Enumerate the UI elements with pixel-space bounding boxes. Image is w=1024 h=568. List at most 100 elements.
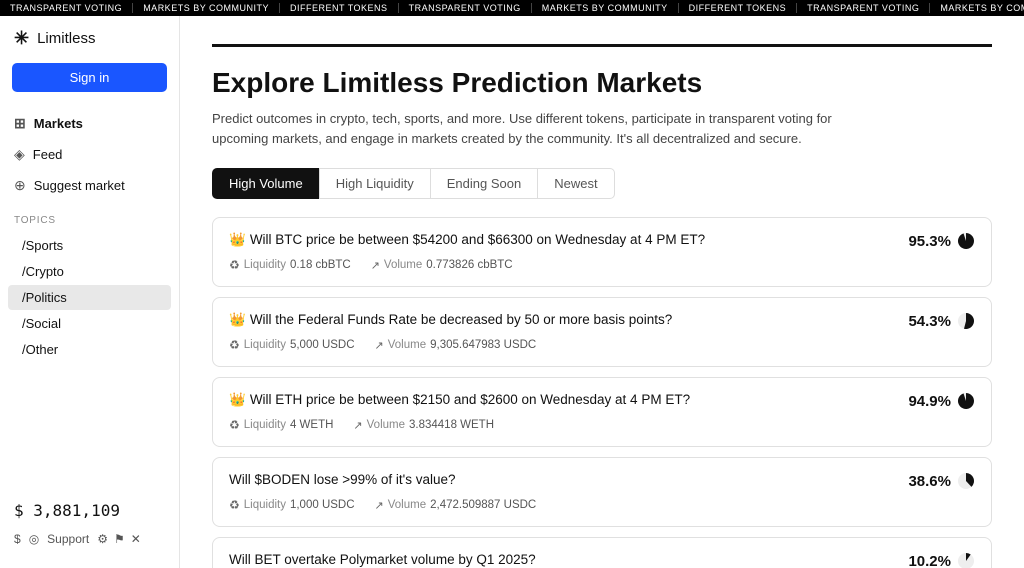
page-subtitle: Predict outcomes in crypto, tech, sports… <box>212 109 832 148</box>
topic-item-sports[interactable]: /Sports <box>8 233 171 258</box>
volume-stat: ↗ Volume 0.773826 cbBTC <box>371 259 513 272</box>
card-question: Will $BODEN lose >99% of it's value? <box>229 472 908 487</box>
close-icon[interactable]: ✕ <box>131 532 141 546</box>
logo: ✳ Limitless <box>0 28 179 63</box>
volume-label: Volume <box>367 419 405 431</box>
sidebar-nav-item-markets[interactable]: ⊞ Markets <box>0 108 179 139</box>
liquidity-value: 0.18 cbBTC <box>290 259 351 271</box>
volume-display: $ 3,881,109 <box>14 501 165 520</box>
pie-chart <box>957 472 975 490</box>
ticker-item: TRANSPARENT VOTING <box>797 3 930 13</box>
support-bar: $ ◎ Support ⚙ ⚑ ✕ <box>14 532 165 546</box>
liquidity-icon: ♻ <box>229 258 240 272</box>
tab-bar: High VolumeHigh LiquidityEnding SoonNewe… <box>212 168 992 199</box>
market-emoji: 👑 <box>229 232 246 247</box>
percent-value: 95.3% <box>908 233 951 250</box>
tab-high-volume[interactable]: High Volume <box>212 168 319 199</box>
dollar-icon: $ <box>14 532 21 546</box>
ticker-bar: TRANSPARENT VOTINGMARKETS BY COMMUNITYDI… <box>0 0 1024 16</box>
topic-item-other[interactable]: /Other <box>8 337 171 362</box>
percent-value: 38.6% <box>908 473 951 490</box>
volume-icon: ↗ <box>375 339 384 352</box>
topic-item-crypto[interactable]: /Crypto <box>8 259 171 284</box>
liquidity-stat: ♻ Liquidity 1,000 USDC <box>229 498 355 512</box>
card-question: Will BET overtake Polymarket volume by Q… <box>229 552 908 567</box>
volume-value: 9,305.647983 USDC <box>430 339 536 351</box>
volume-value: 2,472.509887 USDC <box>430 499 536 511</box>
liquidity-label: Liquidity <box>244 339 286 351</box>
ticker-item: TRANSPARENT VOTING <box>0 3 133 13</box>
card-header: 👑Will ETH price be between $2150 and $26… <box>229 392 975 410</box>
support-icon: ◎ <box>29 532 39 546</box>
ticker-inner: TRANSPARENT VOTINGMARKETS BY COMMUNITYDI… <box>0 3 1024 13</box>
volume-value: 3.834418 WETH <box>409 419 494 431</box>
liquidity-icon: ♻ <box>229 338 240 352</box>
market-list: 👑Will BTC price be between $54200 and $6… <box>212 217 992 568</box>
sidebar-nav-item-suggest-market[interactable]: ⊕ Suggest market <box>0 170 179 201</box>
sidebar-footer: $ 3,881,109 $ ◎ Support ⚙ ⚑ ✕ <box>0 491 179 556</box>
tab-ending-soon[interactable]: Ending Soon <box>430 168 537 199</box>
tab-high-liquidity[interactable]: High Liquidity <box>319 168 430 199</box>
ticker-item: MARKETS BY COMMUNITY <box>133 3 280 13</box>
support-icons: ⚙ ⚑ ✕ <box>97 532 141 546</box>
market-card[interactable]: 👑Will BTC price be between $54200 and $6… <box>212 217 992 287</box>
sign-in-button[interactable]: Sign in <box>12 63 167 92</box>
github-icon[interactable]: ⚑ <box>114 532 125 546</box>
ticker-item: MARKETS BY COMMUNITY <box>532 3 679 13</box>
main-layout: ✳ Limitless Sign in ⊞ Markets◈ Feed⊕ Sug… <box>0 16 1024 568</box>
market-card[interactable]: Will BET overtake Polymarket volume by Q… <box>212 537 992 568</box>
volume-icon: ↗ <box>375 499 384 512</box>
card-stats: ♻ Liquidity 4 WETH ↗ Volume 3.834418 WET… <box>229 418 975 432</box>
liquidity-icon: ♻ <box>229 418 240 432</box>
liquidity-value: 5,000 USDC <box>290 339 355 351</box>
topics-label: TOPICS <box>0 201 179 232</box>
market-card[interactable]: 👑Will the Federal Funds Rate be decrease… <box>212 297 992 367</box>
sidebar-nav: ⊞ Markets◈ Feed⊕ Suggest market <box>0 108 179 201</box>
liquidity-value: 1,000 USDC <box>290 499 355 511</box>
card-stats: ♻ Liquidity 5,000 USDC ↗ Volume 9,305.64… <box>229 338 975 352</box>
pie-chart <box>957 232 975 250</box>
topics-list: /Sports/Crypto/Politics/Social/Other <box>0 232 179 363</box>
liquidity-stat: ♻ Liquidity 0.18 cbBTC <box>229 258 351 272</box>
card-stats: ♻ Liquidity 0.18 cbBTC ↗ Volume 0.773826… <box>229 258 975 272</box>
card-percent: 95.3% <box>908 232 975 250</box>
volume-label: Volume <box>388 339 426 351</box>
topic-item-social[interactable]: /Social <box>8 311 171 336</box>
main-content: Explore Limitless Prediction Markets Pre… <box>180 16 1024 568</box>
tab-newest[interactable]: Newest <box>537 168 614 199</box>
market-card[interactable]: 👑Will ETH price be between $2150 and $26… <box>212 377 992 447</box>
card-percent: 94.9% <box>908 392 975 410</box>
percent-value: 54.3% <box>908 313 951 330</box>
card-header: 👑Will BTC price be between $54200 and $6… <box>229 232 975 250</box>
volume-label: Volume <box>388 499 426 511</box>
market-emoji: 👑 <box>229 392 246 407</box>
volume-value: 0.773826 cbBTC <box>426 259 512 271</box>
market-card[interactable]: Will $BODEN lose >99% of it's value? 38.… <box>212 457 992 527</box>
support-label[interactable]: Support <box>47 532 89 546</box>
logo-icon: ✳ <box>14 28 29 49</box>
card-question: 👑Will BTC price be between $54200 and $6… <box>229 232 908 248</box>
pie-chart <box>957 312 975 330</box>
card-header: 👑Will the Federal Funds Rate be decrease… <box>229 312 975 330</box>
pie-chart <box>957 392 975 410</box>
card-question: 👑Will the Federal Funds Rate be decrease… <box>229 312 908 328</box>
card-header: Will BET overtake Polymarket volume by Q… <box>229 552 975 568</box>
nav-icon: ⊕ <box>14 177 26 194</box>
volume-stat: ↗ Volume 3.834418 WETH <box>353 419 494 432</box>
card-percent: 38.6% <box>908 472 975 490</box>
ticker-item: DIFFERENT TOKENS <box>679 3 798 13</box>
nav-icon: ◈ <box>14 146 25 163</box>
liquidity-label: Liquidity <box>244 499 286 511</box>
nav-label: Feed <box>33 147 63 162</box>
sidebar-nav-item-feed[interactable]: ◈ Feed <box>0 139 179 170</box>
liquidity-stat: ♻ Liquidity 5,000 USDC <box>229 338 355 352</box>
liquidity-value: 4 WETH <box>290 419 333 431</box>
volume-stat: ↗ Volume 2,472.509887 USDC <box>375 499 537 512</box>
discord-icon[interactable]: ⚙ <box>97 532 108 546</box>
card-percent: 54.3% <box>908 312 975 330</box>
logo-text: Limitless <box>37 30 95 47</box>
volume-stat: ↗ Volume 9,305.647983 USDC <box>375 339 537 352</box>
nav-label: Markets <box>34 116 83 131</box>
topic-item-politics[interactable]: /Politics <box>8 285 171 310</box>
liquidity-icon: ♻ <box>229 498 240 512</box>
